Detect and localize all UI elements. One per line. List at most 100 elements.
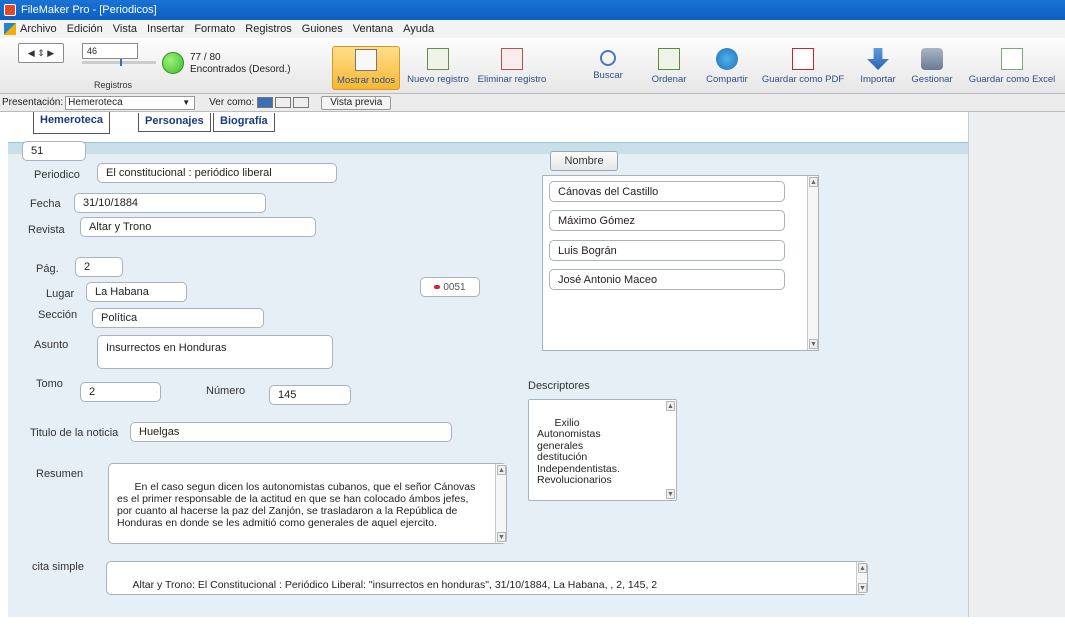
- periodico-label: Periodico: [34, 169, 80, 181]
- empty-right-pane: [968, 112, 1065, 617]
- import-arrow-icon: [867, 48, 889, 70]
- record-id-field[interactable]: 51: [22, 141, 86, 161]
- titulo-field[interactable]: Huelgas: [130, 422, 452, 442]
- revista-field[interactable]: Altar y Trono: [80, 217, 316, 237]
- scroll-down-icon[interactable]: ▼: [858, 583, 867, 593]
- pag-label: Pág.: [36, 263, 59, 275]
- record-slider[interactable]: [82, 59, 156, 66]
- asunto-field[interactable]: Insurrectos en Honduras: [97, 335, 333, 369]
- record-navigation-book-icon[interactable]: ◀ ⇕ ▶: [18, 43, 64, 63]
- save-as-pdf-label: Guardar como PDF: [761, 74, 845, 85]
- descriptores-text: Exilio Autonomistas generales destitució…: [537, 416, 620, 486]
- tab-personajes[interactable]: Personajes: [138, 113, 211, 132]
- descriptores-scrollbar[interactable]: ▲ ▼: [665, 400, 676, 500]
- resumen-field[interactable]: En el caso segun dicen los autonomistas …: [108, 463, 507, 544]
- sort-label: Ordenar: [651, 74, 687, 85]
- current-record-field[interactable]: 46: [82, 43, 138, 59]
- portal-row[interactable]: José Antonio Maceo: [549, 269, 785, 290]
- view-as-label: Ver como:: [209, 97, 255, 108]
- record-code-badge: 0051: [420, 277, 480, 297]
- find-button[interactable]: Buscar: [588, 46, 628, 90]
- document-menu-icon[interactable]: [4, 23, 16, 35]
- lugar-label: Lugar: [46, 288, 75, 300]
- layout-select-value: Hemeroteca: [68, 96, 123, 108]
- fecha-field[interactable]: 31/10/1884: [74, 193, 266, 213]
- share-icon: [716, 48, 738, 70]
- record-code: 0051: [443, 281, 466, 293]
- table-view-icon[interactable]: [293, 97, 310, 108]
- menu-archivo[interactable]: Archivo: [20, 23, 57, 35]
- menu-vista[interactable]: Vista: [113, 23, 137, 35]
- preview-button[interactable]: Vista previa: [321, 95, 392, 110]
- cita-field[interactable]: Altar y Trono: El Constitucional : Perió…: [106, 561, 868, 595]
- found-count: 77 / 80: [190, 52, 221, 63]
- descriptores-label: Descriptores: [528, 380, 590, 392]
- numero-field[interactable]: 145: [269, 385, 351, 405]
- scroll-up-icon[interactable]: ▲: [809, 177, 818, 187]
- menu-guiones[interactable]: Guiones: [302, 23, 343, 35]
- layout-select[interactable]: Hemeroteca ▼: [65, 95, 196, 110]
- show-all-button[interactable]: Mostrar todos: [332, 46, 400, 90]
- sort-button[interactable]: Ordenar: [642, 46, 696, 90]
- tab-divider: [8, 142, 968, 154]
- seccion-field[interactable]: Política: [92, 308, 264, 328]
- asunto-label: Asunto: [34, 339, 69, 351]
- resumen-label: Resumen: [36, 468, 84, 480]
- tab-biografia[interactable]: Biografía: [213, 113, 275, 132]
- menu-ayuda[interactable]: Ayuda: [403, 23, 434, 35]
- tomo-field[interactable]: 2: [80, 382, 161, 402]
- pag-field[interactable]: 2: [75, 257, 123, 277]
- new-record-button[interactable]: Nuevo registro: [403, 46, 473, 90]
- nombre-header-button[interactable]: Nombre: [550, 151, 618, 171]
- form-view-icon[interactable]: [257, 97, 274, 108]
- manage-label: Gestionar: [911, 74, 953, 85]
- menu-ventana[interactable]: Ventana: [353, 23, 393, 35]
- descriptores-field[interactable]: Exilio Autonomistas generales destitució…: [528, 399, 677, 501]
- portal-row[interactable]: Cánovas del Castillo: [549, 181, 785, 202]
- tomo-label: Tomo: [36, 378, 63, 390]
- share-button[interactable]: Compartir: [700, 46, 754, 90]
- scroll-down-icon[interactable]: ▼: [666, 489, 675, 499]
- new-record-icon: [427, 48, 449, 70]
- import-button[interactable]: Importar: [853, 46, 903, 90]
- scroll-up-icon[interactable]: ▲: [858, 563, 867, 573]
- lugar-field[interactable]: La Habana: [86, 282, 187, 302]
- delete-record-label: Eliminar registro: [477, 74, 547, 85]
- manage-database-icon: [921, 48, 943, 70]
- menu-edicion[interactable]: Edición: [67, 23, 103, 35]
- find-label: Buscar: [593, 70, 623, 81]
- save-as-excel-button[interactable]: Guardar como Excel: [962, 46, 1062, 90]
- layout-content: Hemeroteca Personajes Biografía 51 Perio…: [0, 112, 1065, 617]
- scroll-up-icon[interactable]: ▲: [666, 401, 675, 411]
- portal-row[interactable]: Máximo Gómez: [549, 210, 785, 231]
- record-slider-thumb[interactable]: [120, 59, 122, 66]
- resumen-scrollbar[interactable]: ▲ ▼: [495, 464, 506, 543]
- tab-hemeroteca[interactable]: Hemeroteca: [33, 112, 110, 134]
- portal-row[interactable]: Luis Bográn: [549, 240, 785, 261]
- delete-record-button[interactable]: Eliminar registro: [474, 46, 550, 90]
- layout-bar: Presentación: Hemeroteca ▼ Ver como: Vis…: [0, 94, 1065, 112]
- menu-insertar[interactable]: Insertar: [147, 23, 184, 35]
- manage-button[interactable]: Gestionar: [905, 46, 959, 90]
- record-form: Hemeroteca Personajes Biografía 51 Perio…: [8, 112, 968, 617]
- menu-bar: Archivo Edición Vista Insertar Formato R…: [0, 20, 1065, 38]
- menu-registros[interactable]: Registros: [245, 23, 291, 35]
- scroll-down-icon[interactable]: ▼: [809, 339, 818, 349]
- list-view-icon[interactable]: [275, 97, 292, 108]
- import-label: Importar: [860, 74, 896, 85]
- title-bar: FileMaker Pro - [Periodicos]: [0, 0, 1065, 20]
- portal-scrollbar[interactable]: ▲ ▼: [807, 176, 818, 350]
- menu-formato[interactable]: Formato: [194, 23, 235, 35]
- new-record-label: Nuevo registro: [407, 74, 469, 85]
- scroll-down-icon[interactable]: ▼: [497, 532, 506, 542]
- scroll-up-icon[interactable]: ▲: [497, 465, 506, 475]
- cita-scrollbar[interactable]: ▲ ▼: [856, 562, 867, 594]
- fecha-label: Fecha: [30, 198, 61, 210]
- save-as-pdf-button[interactable]: Guardar como PDF: [755, 46, 851, 90]
- pdf-icon: [792, 48, 814, 70]
- chevron-down-icon: ▼: [182, 97, 191, 107]
- sort-icon: [658, 48, 680, 70]
- cita-text: Altar y Trono: El Constitucional : Perió…: [132, 579, 658, 591]
- periodico-field[interactable]: El constitucional : periódico liberal: [97, 163, 337, 183]
- show-all-label: Mostrar todos: [336, 75, 396, 86]
